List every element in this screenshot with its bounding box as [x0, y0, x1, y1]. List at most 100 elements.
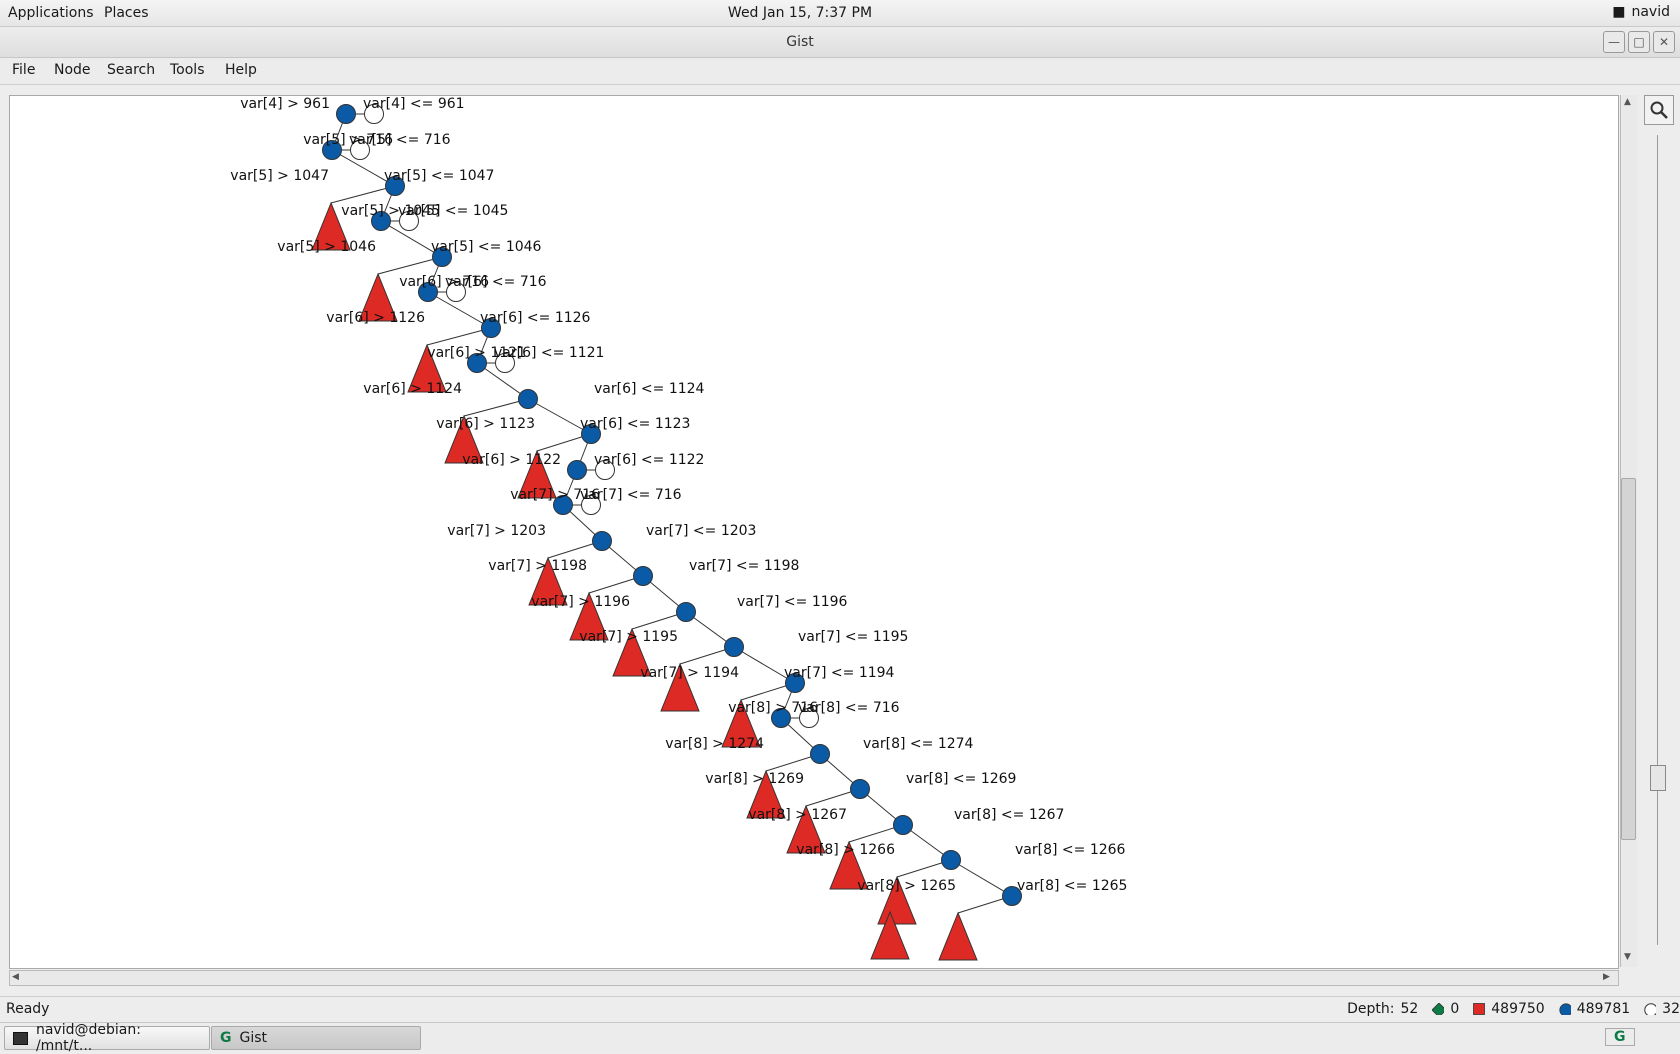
menu-help[interactable]: Help	[225, 62, 257, 78]
menu-search[interactable]: Search	[107, 62, 155, 78]
maximize-button[interactable]: □	[1628, 31, 1650, 53]
branch-label-right: var[5] <= 716	[349, 132, 451, 148]
terminal-icon	[13, 1031, 28, 1045]
close-button[interactable]: ✕	[1653, 31, 1675, 53]
failed-count: 489750	[1491, 1001, 1545, 1017]
clock[interactable]: Wed Jan 15, 7:37 PM	[0, 5, 1600, 21]
choice-node[interactable]	[592, 531, 612, 551]
branch-label-right: var[8] <= 1267	[954, 807, 1064, 823]
branch-label-left: var[7] > 1195	[579, 629, 678, 645]
magnifier-icon[interactable]	[1644, 95, 1674, 125]
user-menu[interactable]: ■ navid	[1612, 4, 1670, 20]
status-bar: Ready Depth: 52 0 489750 489781 32	[0, 996, 1680, 1022]
choice-circle-icon	[1559, 1003, 1571, 1015]
menu-tools[interactable]: Tools	[170, 62, 205, 78]
branch-label-left: var[7] > 1194	[640, 665, 739, 681]
choice-node[interactable]	[633, 566, 653, 586]
branch-label-left: var[7] > 1196	[531, 594, 630, 610]
chat-icon: ■	[1612, 4, 1626, 20]
branch-label-left: var[5] > 1047	[230, 168, 329, 184]
branch-label-right: var[8] <= 716	[798, 700, 900, 716]
search-tree[interactable]: var[4] > 961 var[4] <= 961var[5] > 716var…	[10, 96, 1618, 968]
branch-label-right: var[6] <= 1123	[580, 416, 690, 432]
open-count: 32	[1662, 1001, 1680, 1017]
depth-label: Depth:	[1347, 1001, 1395, 1017]
branch-label-right: var[5] <= 1047	[384, 168, 494, 184]
branch-label-right: var[5] <= 1045	[398, 203, 508, 219]
gist-icon: G	[220, 1030, 232, 1046]
branch-label-left: var[8] > 1269	[705, 771, 804, 787]
solutions-count: 0	[1450, 1001, 1460, 1017]
branch-label-right: var[7] <= 716	[580, 487, 682, 503]
task-gist[interactable]: G Gist	[211, 1026, 421, 1050]
branch-label-left: var[6] > 1124	[363, 381, 462, 397]
branch-label-right: var[6] <= 1126	[480, 310, 591, 326]
branch-label-right: var[7] <= 1203	[646, 523, 756, 539]
failed-square-icon	[1473, 1003, 1486, 1015]
choice-node[interactable]	[724, 637, 744, 657]
depth-value: 52	[1400, 1001, 1419, 1017]
menu-node[interactable]: Node	[54, 62, 91, 78]
branch-label-left: var[7] > 1203	[447, 523, 546, 539]
branch-label-right: var[8] <= 1269	[906, 771, 1016, 787]
branch-label-right: var[7] <= 1195	[798, 629, 908, 645]
choice-node[interactable]	[810, 744, 830, 764]
branch-label-right: var[7] <= 1198	[689, 558, 799, 574]
branch-label-right: var[6] <= 1124	[594, 381, 705, 397]
failed-subtree[interactable]	[938, 911, 978, 961]
branch-label-right: var[7] <= 1194	[784, 665, 895, 681]
branch-label-left: var[5] > 1046	[277, 239, 376, 255]
branch-label-left: var[4] > 961	[240, 96, 330, 112]
branch-label-left: var[6] > 1126	[326, 310, 425, 326]
status-text: Ready	[6, 1001, 50, 1017]
zoom-control	[1644, 95, 1674, 975]
username: navid	[1631, 4, 1670, 20]
choice-node[interactable]	[850, 779, 870, 799]
branch-label-right: var[8] <= 1265	[1017, 878, 1127, 894]
branch-label-right: var[6] <= 1121	[494, 345, 604, 361]
scroll-right-icon[interactable]: ▶	[1603, 972, 1610, 982]
menu-bar: File Node Search Tools Help	[0, 58, 1680, 85]
choice-node[interactable]	[336, 104, 356, 124]
branch-label-right: var[6] <= 716	[445, 274, 547, 290]
choice-node[interactable]	[518, 389, 538, 409]
zoom-slider-thumb[interactable]	[1650, 765, 1666, 791]
choice-node[interactable]	[567, 460, 587, 480]
branch-label-left: var[7] > 1198	[488, 558, 587, 574]
solution-diamond-icon	[1432, 1003, 1445, 1015]
branch-label-right: var[4] <= 961	[363, 96, 465, 112]
tree-edge[interactable]	[950, 859, 1013, 897]
tree-canvas[interactable]: var[4] > 961 var[4] <= 961 var[5] > 716 var…	[9, 95, 1619, 969]
choice-node[interactable]	[676, 602, 696, 622]
branch-label-left: var[6] > 1122	[462, 452, 561, 468]
menu-file[interactable]: File	[12, 62, 35, 78]
window-titlebar[interactable]: Gist — □ ✕	[0, 27, 1680, 58]
branch-label-left: var[8] > 1267	[748, 807, 847, 823]
scroll-left-icon[interactable]: ◀	[12, 972, 19, 982]
branch-label-left: var[8] > 1265	[857, 878, 956, 894]
choices-count: 489781	[1576, 1001, 1631, 1017]
scroll-down-icon[interactable]: ▼	[1624, 952, 1631, 962]
window-title: Gist	[786, 34, 814, 50]
branch-label-right: var[5] <= 1046	[431, 239, 542, 255]
branch-label-left: var[8] > 1274	[665, 736, 764, 752]
scroll-up-icon[interactable]: ▲	[1624, 97, 1631, 107]
minimize-button[interactable]: —	[1603, 31, 1625, 53]
branch-label-right: var[8] <= 1274	[863, 736, 974, 752]
open-circle-icon	[1644, 1003, 1657, 1015]
vertical-scroll-thumb[interactable]	[1621, 478, 1636, 840]
branch-label-left: var[6] > 1123	[436, 416, 535, 432]
branch-label-right: var[7] <= 1196	[737, 594, 848, 610]
task-terminal[interactable]: navid@debian: /mnt/t...	[4, 1022, 210, 1054]
top-panel: Applications Places Wed Jan 15, 7:37 PM …	[0, 0, 1680, 27]
horizontal-scrollbar[interactable]: ◀ ▶	[9, 970, 1619, 986]
branch-label-right: var[8] <= 1266	[1015, 842, 1126, 858]
zoom-slider-track[interactable]	[1657, 135, 1658, 945]
tree-stats: Depth: 52 0 489750 489781 32	[1347, 1001, 1680, 1017]
branch-label-right: var[6] <= 1122	[594, 452, 704, 468]
choice-node[interactable]	[893, 815, 913, 835]
taskbar: navid@debian: /mnt/t... G Gist G	[0, 1022, 1680, 1054]
choice-node[interactable]	[941, 850, 961, 870]
branch-label-left: var[8] > 1266	[796, 842, 895, 858]
gist-tray-icon[interactable]: G	[1605, 1028, 1635, 1046]
